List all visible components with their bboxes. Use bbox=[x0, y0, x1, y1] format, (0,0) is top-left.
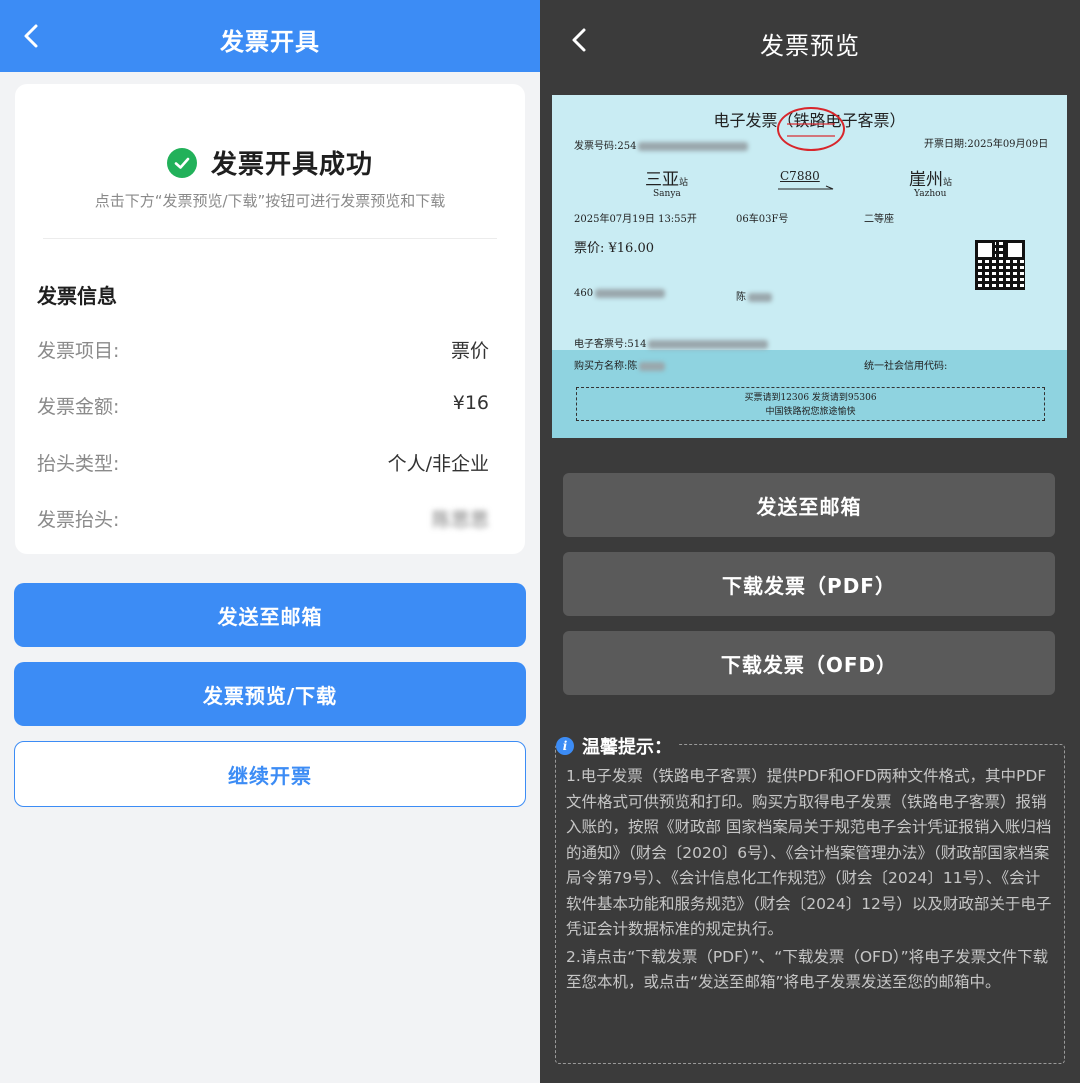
send-email-button[interactable]: 发送至邮箱 bbox=[14, 583, 526, 647]
arrival-station: 崖州站 bbox=[909, 170, 953, 190]
tips-content: 1.电子发票（铁路电子客票）提供PDF和OFD两种文件格式，其中PDF文件格式可… bbox=[566, 764, 1054, 998]
success-title: 发票开具成功 bbox=[210, 150, 373, 180]
tax-seal-stamp bbox=[777, 107, 845, 151]
page-title: 发票开具 bbox=[220, 28, 320, 56]
info-icon: i bbox=[556, 737, 574, 755]
page-title: 发票预览 bbox=[760, 32, 860, 60]
direction-arrow-icon bbox=[778, 185, 834, 190]
info-row-invoice-title: 发票抬头: 陈思思 bbox=[37, 505, 489, 532]
tips-header: i 温馨提示： bbox=[556, 733, 678, 759]
info-value-redacted: 陈思思 bbox=[431, 509, 489, 531]
success-banner: 发票开具成功 bbox=[15, 144, 525, 181]
info-value: 个人/非企业 bbox=[387, 453, 489, 475]
invoice-number: 发票号码:254 bbox=[574, 137, 749, 152]
ticket-price: 票价: ¥16.00 bbox=[574, 241, 654, 256]
preview-download-button[interactable]: 发票预览/下载 bbox=[14, 662, 526, 726]
tips-paragraph: 2.请点击“下载发票（PDF）”、“下载发票（OFD）”将电子发票文件下载至您本… bbox=[566, 947, 1049, 992]
download-ofd-button[interactable]: 下载发票（OFD） bbox=[563, 631, 1055, 695]
continue-invoice-button[interactable]: 继续开票 bbox=[14, 741, 526, 807]
ticket-notice-box: 买票请到12306 发货请到95306 中国铁路祝您旅途愉快 bbox=[576, 387, 1045, 421]
top-nav-bar: 发票开具 bbox=[0, 0, 540, 72]
passenger-id: 460 bbox=[574, 288, 666, 299]
e-ticket-invoice-image: 电子发票（铁路电子客票） 发票号码:254 开票日期:2025年09月09日 三… bbox=[552, 95, 1067, 438]
tips-paragraph: 1.电子发票（铁路电子客票）提供PDF和OFD两种文件格式，其中PDF文件格式可… bbox=[566, 767, 1052, 938]
download-pdf-button[interactable]: 下载发票（PDF） bbox=[563, 552, 1055, 616]
buyer-name: 购买方名称:陈 bbox=[574, 357, 666, 372]
departure-time: 2025年07月19日 13:55开 bbox=[574, 214, 697, 225]
seat-class: 二等座 bbox=[864, 214, 894, 225]
result-card: 发票开具成功 点击下方“发票预览/下载”按钮可进行发票预览和下载 发票信息 发票… bbox=[15, 84, 525, 554]
departure-station: 三亚站 bbox=[645, 170, 689, 190]
seat-number: 06车03F号 bbox=[736, 214, 789, 225]
check-circle-icon bbox=[166, 147, 197, 178]
send-email-button[interactable]: 发送至邮箱 bbox=[563, 473, 1055, 537]
invoice-issue-screen: 发票开具 发票开具成功 点击下方“发票预览/下载”按钮可进行发票预览和下载 发票… bbox=[0, 0, 540, 1083]
info-label: 发票项目: bbox=[37, 340, 120, 362]
invoice-preview-screen: 发票预览 电子发票（铁路电子客票） 发票号码:254 开票日期:2025年09月… bbox=[540, 0, 1080, 1083]
section-title: 发票信息 bbox=[37, 284, 117, 308]
notice-line: 中国铁路祝您旅途愉快 bbox=[765, 407, 856, 417]
info-label: 发票抬头: bbox=[37, 509, 120, 531]
train-number: C7880 bbox=[780, 169, 820, 183]
info-value: 票价 bbox=[450, 340, 489, 362]
credit-code-label: 统一社会信用代码: bbox=[864, 361, 948, 372]
info-label: 抬头类型: bbox=[37, 453, 120, 475]
success-hint: 点击下方“发票预览/下载”按钮可进行发票预览和下载 bbox=[94, 192, 446, 210]
info-label: 发票金额: bbox=[37, 396, 120, 418]
info-row-amount: 发票金额: ¥16 bbox=[37, 392, 489, 419]
info-row-item: 发票项目: 票价 bbox=[37, 336, 489, 363]
qr-code bbox=[975, 240, 1025, 290]
notice-line: 买票请到12306 发货请到95306 bbox=[744, 393, 877, 403]
passenger-name: 陈 bbox=[736, 288, 772, 303]
e-ticket-number: 电子客票号:514 bbox=[574, 335, 769, 350]
top-nav-bar: 发票预览 bbox=[540, 0, 1080, 80]
issue-date: 开票日期:2025年09月09日 bbox=[924, 139, 1049, 150]
info-value: ¥16 bbox=[452, 392, 489, 414]
arrival-pinyin: Yazhou bbox=[914, 189, 947, 199]
tips-title: 温馨提示： bbox=[582, 737, 672, 758]
divider bbox=[43, 238, 497, 239]
departure-pinyin: Sanya bbox=[653, 189, 681, 199]
info-row-title-type: 抬头类型: 个人/非企业 bbox=[37, 449, 489, 476]
